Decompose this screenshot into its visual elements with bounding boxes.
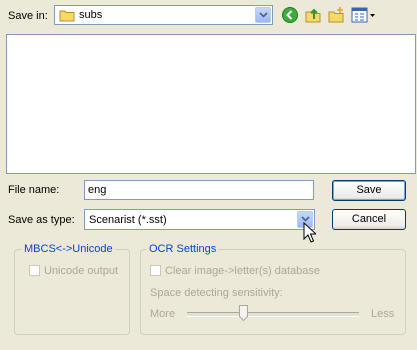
folder-icon xyxy=(59,9,75,25)
file-name-input[interactable] xyxy=(84,180,314,200)
sensitivity-label: Space detecting sensitivity: xyxy=(150,287,283,299)
new-folder-icon[interactable] xyxy=(327,6,345,24)
sensitivity-slider-thumb[interactable] xyxy=(239,305,249,322)
unicode-output-label: Unicode output xyxy=(44,265,118,277)
clear-database-checkbox[interactable] xyxy=(150,265,161,276)
less-label: Less xyxy=(371,308,395,320)
save-in-label: Save in: xyxy=(8,10,48,22)
ocr-settings-group: OCR Settings Clear image->letter(s) data… xyxy=(140,243,406,335)
back-icon[interactable] xyxy=(281,6,299,24)
save-button[interactable]: Save xyxy=(332,180,406,201)
save-as-type-label: Save as type: xyxy=(8,214,75,226)
save-in-value: subs xyxy=(79,9,103,21)
ocr-group-title: OCR Settings xyxy=(147,243,219,255)
mbcs-unicode-group: MBCS<->Unicode Unicode output xyxy=(14,243,130,335)
cancel-button[interactable]: Cancel xyxy=(332,209,406,230)
save-as-type-dropdown[interactable]: Scenarist (*.sst) xyxy=(84,209,315,230)
file-name-label: File name: xyxy=(8,184,60,196)
save-in-dropdown[interactable]: subs xyxy=(54,5,273,25)
more-label: More xyxy=(150,308,176,320)
sensitivity-slider-track[interactable] xyxy=(187,312,359,317)
view-menu-icon[interactable] xyxy=(351,6,377,24)
mbcs-group-title: MBCS<->Unicode xyxy=(22,243,115,255)
clear-database-label: Clear image->letter(s) database xyxy=(165,265,320,277)
chevron-down-icon[interactable] xyxy=(255,7,271,23)
mouse-cursor-icon xyxy=(303,221,318,246)
unicode-output-checkbox[interactable] xyxy=(29,265,40,276)
save-as-type-value: Scenarist (*.sst) xyxy=(89,214,167,226)
file-list[interactable] xyxy=(6,34,416,174)
up-folder-icon[interactable] xyxy=(304,6,322,24)
